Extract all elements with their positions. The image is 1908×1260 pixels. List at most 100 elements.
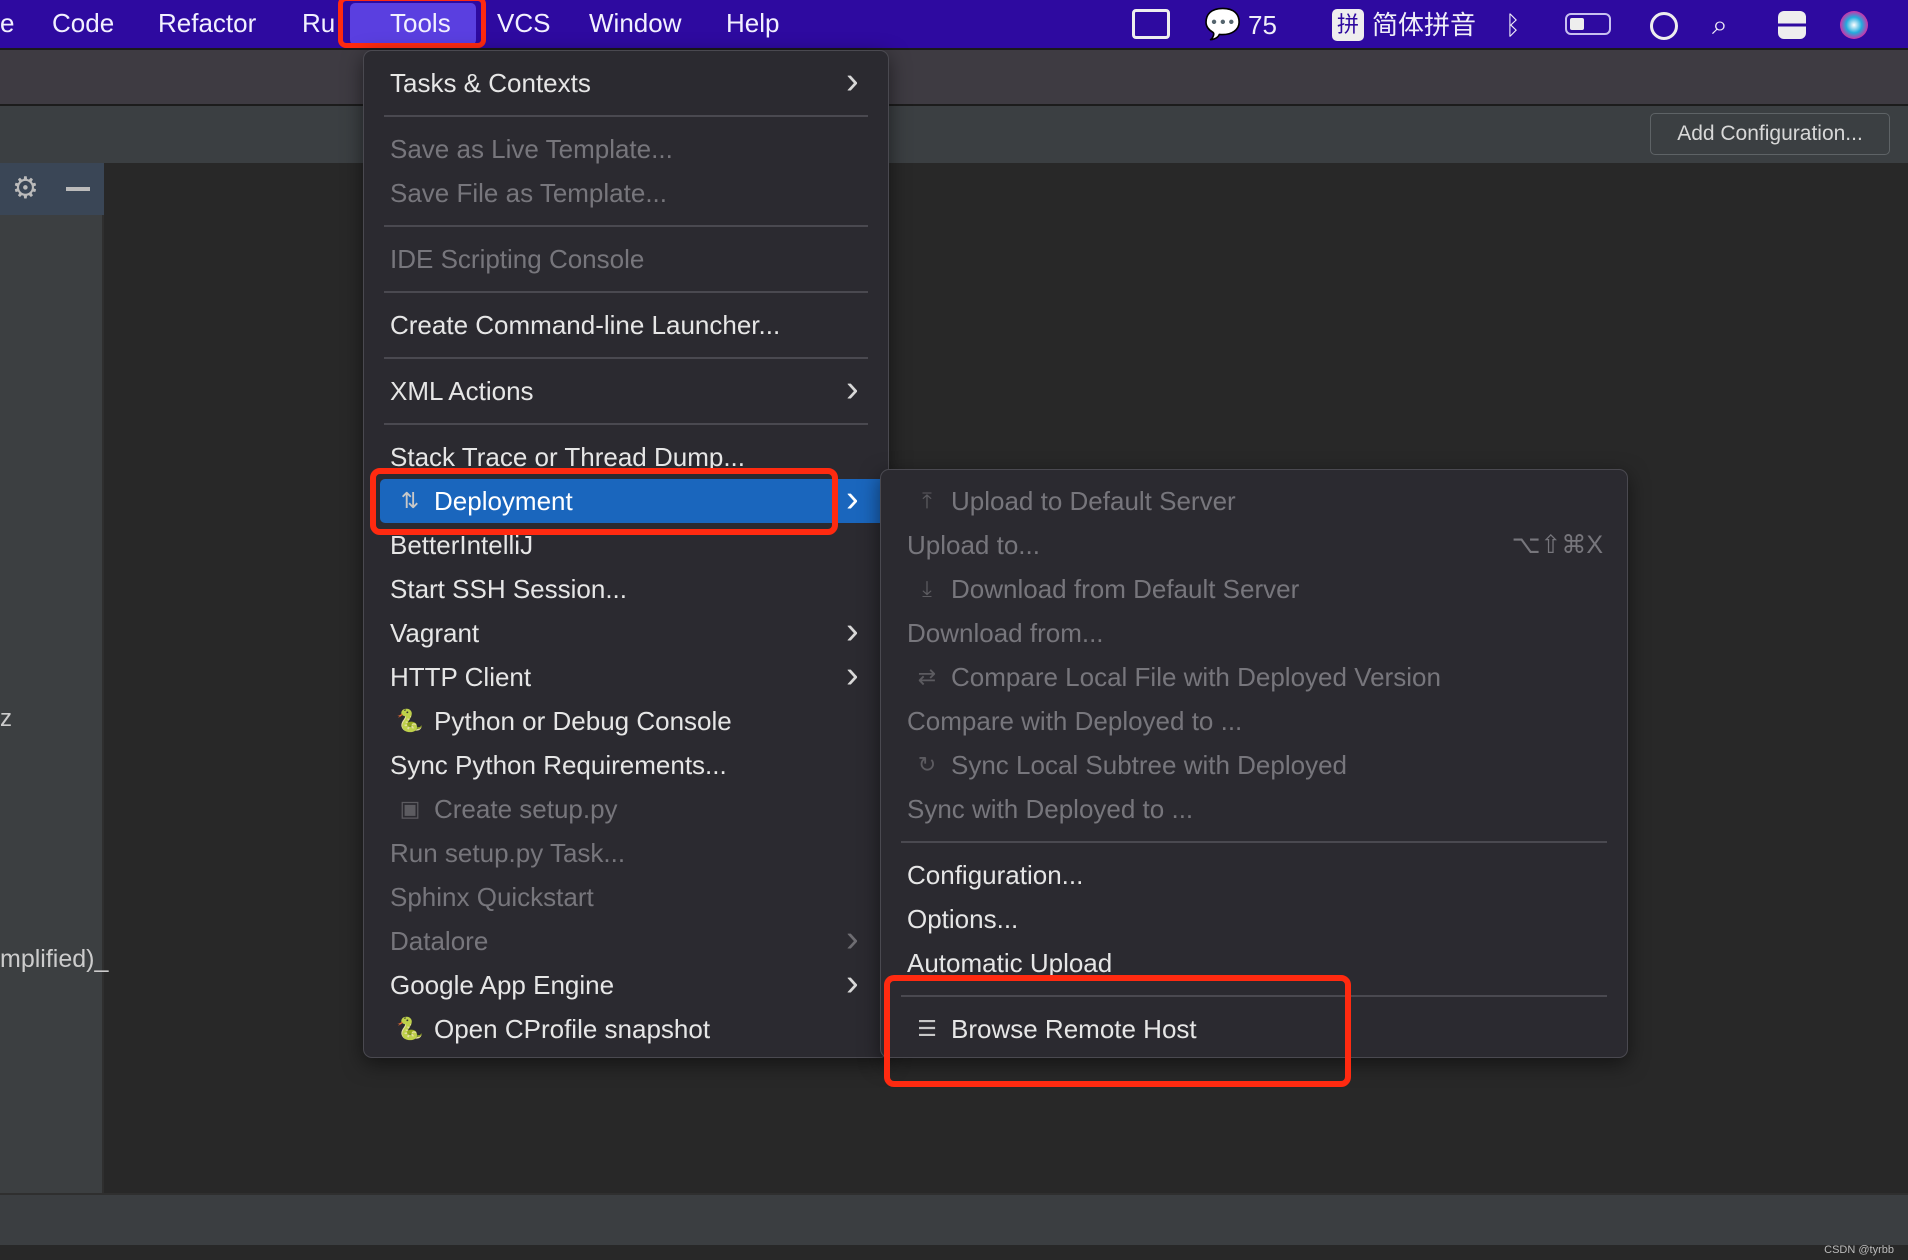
- status-bar: [0, 1193, 1908, 1245]
- display-icon[interactable]: [1132, 9, 1170, 39]
- tools-dropdown-menu: Tasks & Contexts › Save as Live Template..…: [363, 50, 890, 1058]
- menu-item-label: Sphinx Quickstart: [390, 882, 594, 912]
- menu-item-download-from-default-server[interactable]: ⤓ Download from Default Server: [881, 567, 1627, 611]
- annotation-box-tools: [338, 0, 486, 48]
- chevron-right-icon: ›: [846, 60, 859, 102]
- sync-icon: ↻: [917, 752, 937, 777]
- menu-item-label: Options...: [907, 904, 1019, 934]
- menu-separator: [384, 357, 868, 359]
- download-icon: ⤓: [922, 576, 932, 601]
- menu-item-datalore[interactable]: Datalore ›: [364, 919, 888, 963]
- annotation-box-browse-remote-host: [884, 975, 1351, 1087]
- menu-item-label: Upload to Default Server: [951, 486, 1236, 516]
- user-icon[interactable]: [1650, 12, 1678, 40]
- minimize-icon[interactable]: [66, 187, 90, 191]
- menu-item-sync-python-requirements[interactable]: Sync Python Requirements...: [364, 743, 888, 787]
- input-method-icon[interactable]: 拼: [1332, 9, 1364, 41]
- menu-separator: [384, 225, 868, 227]
- menu-item-vagrant[interactable]: Vagrant ›: [364, 611, 888, 655]
- menu-item-label: Download from Default Server: [951, 574, 1300, 604]
- menu-item-label: HTTP Client: [390, 662, 532, 692]
- compare-icon: ⇄: [917, 664, 937, 689]
- menu-item-save-file-as-template[interactable]: Save File as Template...: [364, 171, 888, 215]
- menu-run[interactable]: Ru: [302, 0, 335, 48]
- deployment-submenu: ⤒ Upload to Default Server Upload to... ⌥⇧⌘…: [880, 469, 1628, 1058]
- menu-item-google-app-engine[interactable]: Google App Engine ›: [364, 963, 888, 1007]
- project-panel-header: ⚙: [0, 163, 104, 215]
- wechat-icon[interactable]: 💬: [1204, 6, 1241, 44]
- menu-item-save-as-live-template[interactable]: Save as Live Template...: [364, 127, 888, 171]
- cprofile-icon: 🐍: [396, 1016, 424, 1041]
- chevron-right-icon: ›: [846, 368, 859, 410]
- tree-text-fragment: mplified)_: [0, 945, 109, 973]
- upload-icon: ⤒: [922, 488, 932, 513]
- menu-item-label: Python or Debug Console: [434, 706, 732, 736]
- bluetooth-icon[interactable]: ᛒ: [1505, 6, 1521, 44]
- menu-item-open-cprofile-snapshot[interactable]: 🐍 Open CProfile snapshot: [364, 1007, 888, 1051]
- python-package-icon: ▣: [399, 796, 421, 821]
- menu-item-http-client[interactable]: HTTP Client ›: [364, 655, 888, 699]
- menu-item-compare-with-deployed-to[interactable]: Compare with Deployed to ...: [881, 699, 1627, 743]
- menu-window[interactable]: Window: [589, 0, 681, 48]
- menu-item-ide-scripting-console[interactable]: IDE Scripting Console: [364, 237, 888, 281]
- ide-toolbar: [0, 106, 1908, 163]
- menu-item-start-ssh-session[interactable]: Start SSH Session...: [364, 567, 888, 611]
- menu-item-label: Compare Local File with Deployed Version: [951, 662, 1441, 692]
- menu-vcs[interactable]: VCS: [497, 0, 550, 48]
- menu-item-compare-local-file-with-deployed-version[interactable]: ⇄ Compare Local File with Deployed Versio…: [881, 655, 1627, 699]
- menu-item-create-command-line-launcher[interactable]: Create Command-line Launcher...: [364, 303, 888, 347]
- menu-item-upload-to-default-server[interactable]: ⤒ Upload to Default Server: [881, 479, 1627, 523]
- project-panel: [0, 163, 104, 1193]
- control-center-icon[interactable]: [1778, 11, 1806, 39]
- menu-item-label: Start SSH Session...: [390, 574, 627, 604]
- menu-item-sphinx-quickstart[interactable]: Sphinx Quickstart: [364, 875, 888, 919]
- menu-help[interactable]: Help: [726, 0, 779, 48]
- menu-separator: [901, 841, 1607, 843]
- menu-item-python-or-debug-console[interactable]: 🐍 Python or Debug Console: [364, 699, 888, 743]
- menu-item-label: Datalore: [390, 926, 489, 956]
- menu-item-sync-with-deployed-to[interactable]: Sync with Deployed to ...: [881, 787, 1627, 831]
- input-method-label[interactable]: 简体拼音: [1372, 6, 1476, 44]
- chevron-right-icon: ›: [846, 962, 859, 1004]
- chevron-right-icon: ›: [846, 654, 859, 696]
- python-icon: 🐍: [396, 708, 424, 733]
- menu-item-label: Create Command-line Launcher...: [390, 310, 781, 340]
- menu-item-tasks-contexts[interactable]: Tasks & Contexts ›: [364, 61, 888, 105]
- menu-item-label: Sync Local Subtree with Deployed: [951, 750, 1348, 780]
- menu-item-label: Download from...: [907, 618, 1104, 648]
- battery-icon[interactable]: [1565, 13, 1611, 35]
- menu-item-label: Google App Engine: [390, 970, 615, 1000]
- menu-item-label: IDE Scripting Console: [390, 244, 645, 274]
- siri-icon[interactable]: [1840, 11, 1868, 39]
- gear-icon[interactable]: ⚙: [12, 171, 39, 206]
- shortcut-label: ⌥⇧⌘X: [1511, 531, 1603, 559]
- menu-edit[interactable]: e: [0, 0, 14, 48]
- menu-item-download-from[interactable]: Download from...: [881, 611, 1627, 655]
- menu-item-sync-local-subtree-with-deployed[interactable]: ↻ Sync Local Subtree with Deployed: [881, 743, 1627, 787]
- menu-code[interactable]: Code: [52, 0, 114, 48]
- menu-item-create-setup-py[interactable]: ▣ Create setup.py: [364, 787, 888, 831]
- add-configuration-button[interactable]: Add Configuration...: [1650, 113, 1890, 155]
- menu-refactor[interactable]: Refactor: [158, 0, 256, 48]
- menu-item-options[interactable]: Options...: [881, 897, 1627, 941]
- menu-item-label: XML Actions: [390, 376, 534, 406]
- menu-item-label: Configuration...: [907, 860, 1084, 890]
- menu-item-run-setup-py-task[interactable]: Run setup.py Task...: [364, 831, 888, 875]
- menu-item-configuration[interactable]: Configuration...: [881, 853, 1627, 897]
- annotation-box-deployment: [370, 468, 838, 535]
- search-icon[interactable]: ⌕: [1712, 6, 1728, 44]
- menu-item-label: Create setup.py: [434, 794, 618, 824]
- menu-item-label: Tasks & Contexts: [390, 68, 591, 98]
- macos-menu-bar: e Code Refactor Ru Tools VCS Window Help…: [0, 0, 1908, 50]
- window-title-bar: [0, 50, 1908, 106]
- menu-item-label: Save File as Template...: [390, 178, 667, 208]
- menu-item-label: Run setup.py Task...: [390, 838, 626, 868]
- watermark: CSDN @tyrbb: [1824, 1244, 1894, 1256]
- chevron-right-icon: ›: [846, 918, 859, 960]
- menu-separator: [384, 423, 868, 425]
- menu-item-label: Vagrant: [390, 618, 480, 648]
- menu-item-upload-to[interactable]: Upload to... ⌥⇧⌘X: [881, 523, 1627, 567]
- menu-item-xml-actions[interactable]: XML Actions ›: [364, 369, 888, 413]
- menu-separator: [384, 291, 868, 293]
- wechat-count: 75: [1248, 10, 1277, 40]
